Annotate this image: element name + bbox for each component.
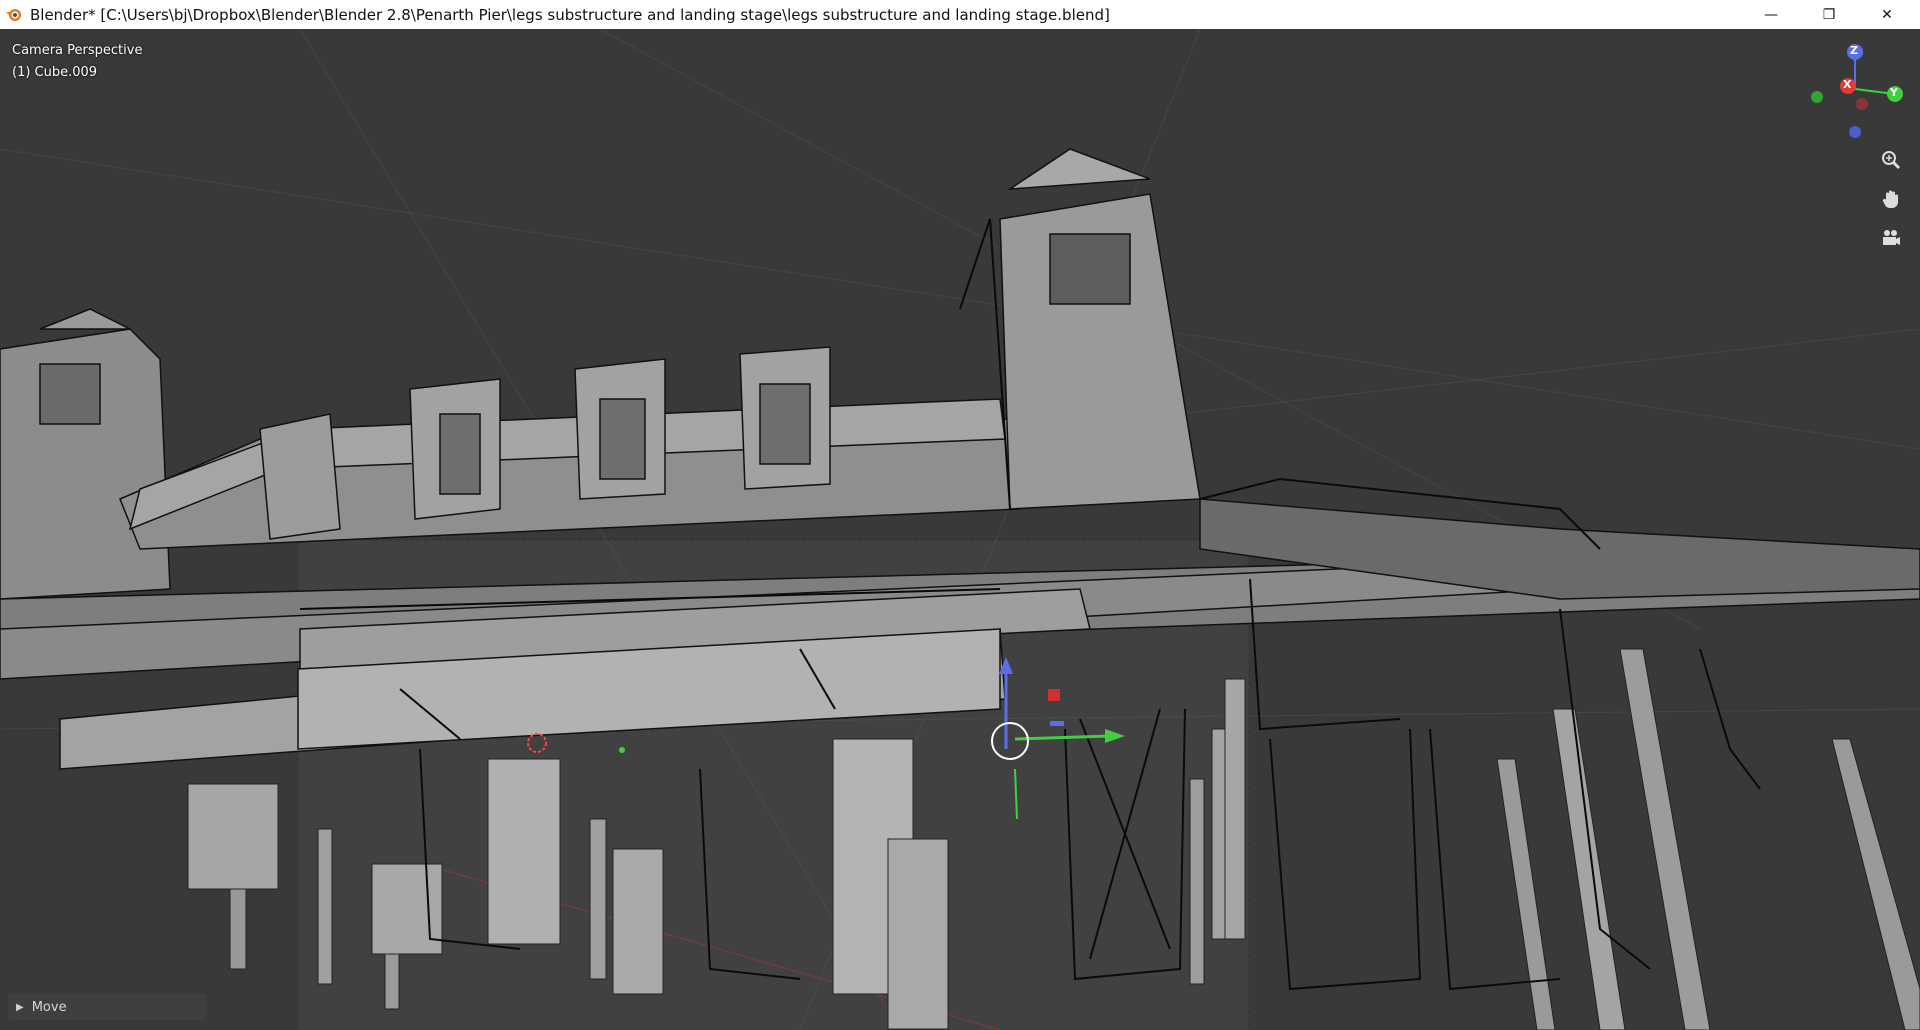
- view-name-label: Camera Perspective: [12, 43, 143, 58]
- operator-panel[interactable]: ▶ Move: [8, 994, 206, 1020]
- title-bar: Blender* [C:\Users\bj\Dropbox\Blender\Bl…: [0, 0, 1920, 29]
- pan-hand-icon[interactable]: [1876, 184, 1906, 214]
- gizmo-x-label: X: [1843, 78, 1852, 91]
- camera-icon[interactable]: [1876, 223, 1906, 253]
- scene-render: [0, 29, 1920, 1030]
- close-button[interactable]: ✕: [1864, 0, 1910, 29]
- gizmo-z-label: Z: [1850, 44, 1858, 57]
- expand-arrow-icon[interactable]: ▶: [16, 1002, 24, 1013]
- restore-button[interactable]: ❐: [1806, 0, 1852, 29]
- 3d-viewport[interactable]: Camera Perspective (1) Cube.009 Z Y X ▶ …: [0, 29, 1920, 1030]
- blender-logo-icon: [4, 5, 24, 25]
- operator-label: Move: [31, 999, 67, 1015]
- zoom-icon[interactable]: [1876, 145, 1906, 175]
- gizmo-y-label: Y: [1890, 86, 1898, 99]
- active-object-label: (1) Cube.009: [12, 65, 98, 80]
- window-title: Blender* [C:\Users\bj\Dropbox\Blender\Bl…: [30, 5, 1110, 24]
- navigation-gizmo[interactable]: Z Y X: [1800, 34, 1910, 144]
- minimize-button[interactable]: —: [1748, 0, 1794, 29]
